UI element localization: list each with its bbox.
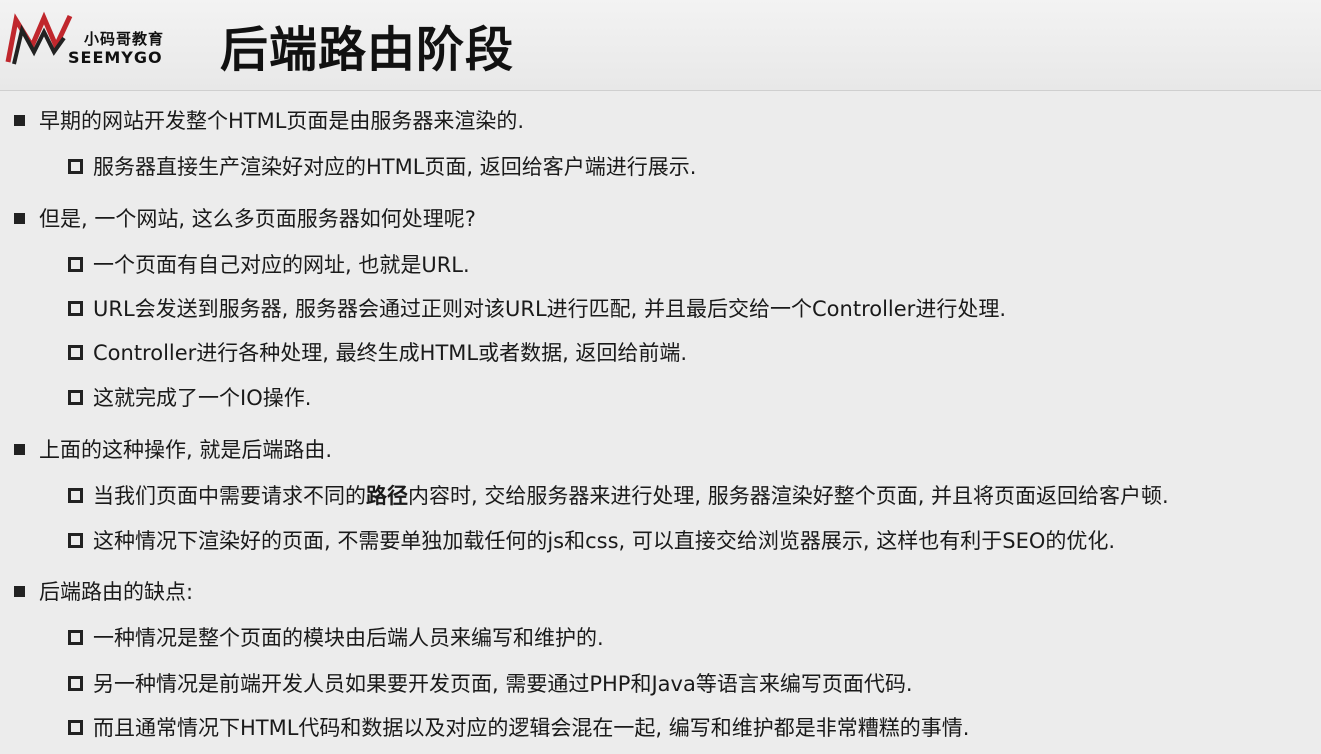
bullet-text: 而且通常情况下HTML代码和数据以及对应的逻辑会混在一起, 编写和维护都是非常糟…: [93, 716, 970, 740]
bullet-text: 一种情况是整个页面的模块由后端人员来编写和维护的.: [93, 626, 604, 650]
bullet-text: 后端路由的缺点:: [39, 580, 194, 604]
bullet-text: 服务器直接生产渲染好对应的HTML页面, 返回给客户端进行展示.: [93, 155, 697, 179]
filled-square-bullet-icon: [14, 586, 25, 597]
bullet-level1: 早期的网站开发整个HTML页面是由服务器来渲染的.: [14, 107, 524, 135]
bullet-level2: 一种情况是整个页面的模块由后端人员来编写和维护的.: [68, 624, 604, 652]
bullet-text: 这种情况下渲染好的页面, 不需要单独加载任何的js和css, 可以直接交给浏览器…: [93, 529, 1116, 553]
logo-chinese-text: 小码哥教育: [84, 30, 165, 48]
bullet-text: 但是, 一个网站, 这么多页面服务器如何处理呢?: [39, 207, 476, 231]
hollow-square-bullet-icon: [68, 257, 83, 272]
hollow-square-bullet-icon: [68, 720, 83, 735]
bullet-text: 另一种情况是前端开发人员如果要开发页面, 需要通过PHP和Java等语言来编写页…: [93, 672, 913, 696]
bullet-text: 早期的网站开发整个HTML页面是由服务器来渲染的.: [39, 109, 525, 133]
filled-square-bullet-icon: [14, 213, 25, 224]
hollow-square-bullet-icon: [68, 159, 83, 174]
bullet-text: 一个页面有自己对应的网址, 也就是URL.: [93, 253, 470, 277]
bold-keyword: 路径: [366, 484, 408, 508]
bullet-text: URL会发送到服务器, 服务器会通过正则对该URL进行匹配, 并且最后交给一个C…: [93, 297, 1006, 321]
bullet-level2: 当我们页面中需要请求不同的路径内容时, 交给服务器来进行处理, 服务器渲染好整个…: [68, 482, 1169, 510]
bullet-level2: 一个页面有自己对应的网址, 也就是URL.: [68, 251, 470, 279]
bullet-level2: 另一种情况是前端开发人员如果要开发页面, 需要通过PHP和Java等语言来编写页…: [68, 670, 913, 698]
bullet-text: Controller进行各种处理, 最终生成HTML或者数据, 返回给前端.: [93, 341, 688, 365]
filled-square-bullet-icon: [14, 115, 25, 126]
page-title: 后端路由阶段: [220, 22, 515, 78]
bullet-level2: Controller进行各种处理, 最终生成HTML或者数据, 返回给前端.: [68, 339, 687, 367]
bullet-level1: 但是, 一个网站, 这么多页面服务器如何处理呢?: [14, 205, 476, 233]
hollow-square-bullet-icon: [68, 345, 83, 360]
bullet-text: 这就完成了一个IO操作.: [93, 386, 312, 410]
slide-header: 小码哥教育 SEEMYGO 后端路由阶段: [0, 0, 1321, 90]
hollow-square-bullet-icon: [68, 676, 83, 691]
hollow-square-bullet-icon: [68, 301, 83, 316]
hollow-square-bullet-icon: [68, 390, 83, 405]
bullet-level1: 后端路由的缺点:: [14, 578, 193, 606]
hollow-square-bullet-icon: [68, 488, 83, 503]
bullet-level2: URL会发送到服务器, 服务器会通过正则对该URL进行匹配, 并且最后交给一个C…: [68, 295, 1006, 323]
bullet-level2: 这种情况下渲染好的页面, 不需要单独加载任何的js和css, 可以直接交给浏览器…: [68, 527, 1115, 555]
bullet-text-after: 内容时, 交给服务器来进行处理, 服务器渲染好整个页面, 并且将页面返回给客户顿…: [408, 484, 1169, 508]
header-divider: [0, 90, 1321, 91]
bullet-text: 上面的这种操作, 就是后端路由.: [39, 438, 333, 462]
bullet-level2: 而且通常情况下HTML代码和数据以及对应的逻辑会混在一起, 编写和维护都是非常糟…: [68, 714, 969, 742]
logo-english-text: SEEMYGO: [68, 48, 163, 67]
hollow-square-bullet-icon: [68, 533, 83, 548]
filled-square-bullet-icon: [14, 444, 25, 455]
bullet-level1: 上面的这种操作, 就是后端路由.: [14, 436, 332, 464]
hollow-square-bullet-icon: [68, 630, 83, 645]
bullet-level2: 这就完成了一个IO操作.: [68, 384, 311, 412]
bullet-text-before: 当我们页面中需要请求不同的: [93, 484, 366, 508]
bullet-level2: 服务器直接生产渲染好对应的HTML页面, 返回给客户端进行展示.: [68, 153, 696, 181]
seemygo-logo: 小码哥教育 SEEMYGO: [4, 8, 204, 68]
